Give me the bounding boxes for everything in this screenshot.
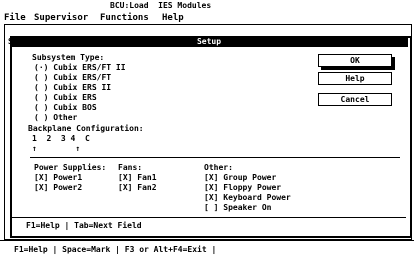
title-bar: BCU:Load IES Modules [0,0,414,10]
other-label: Other: [204,163,233,172]
radio-cubix-ers[interactable]: ( ) Cubix ERS [34,93,97,103]
checkbox-floppy-power[interactable]: [X] Floppy Power [204,183,281,193]
checkbox-mark: [X] [34,173,49,182]
backplane-configuration-label: Backplane Configuration: [28,124,144,133]
status-text: F1=Help | Space=Mark | F3 or Alt+F4=Exit… [14,245,217,254]
checkbox-label: Floppy Power [223,183,282,192]
help-button[interactable]: Help [318,72,392,85]
radio-label: Other [53,113,78,122]
radio-mark: ( ) [34,93,49,102]
checkbox-label: Fan2 [137,183,157,192]
section-divider [30,157,400,158]
radio-cubix-ers-ft[interactable]: ( ) Cubix ERS/FT [34,73,111,83]
checkbox-power2[interactable]: [X] Power2 [34,183,82,193]
checkbox-fan2[interactable]: [X] Fan2 [118,183,157,193]
checkbox-mark: [X] [204,183,219,192]
menu-file[interactable]: File [4,13,26,23]
status-bar: F1=Help | Space=Mark | F3 or Alt+F4=Exit… [0,240,414,259]
menu-functions[interactable]: Functions [100,13,149,23]
checkbox-mark: [X] [118,173,133,182]
hint-divider [12,217,406,218]
radio-label: Cubix BOS [53,103,97,112]
checkbox-label: Power2 [53,183,83,192]
dialog-title-bar: Setup [10,36,408,47]
cancel-button[interactable]: Cancel [318,93,392,106]
radio-mark: ( ) [34,103,49,112]
window-title: BCU:Load IES Modules [110,1,212,10]
checkbox-keyboard-power[interactable]: [X] Keyboard Power [204,193,291,203]
fans-label: Fans: [118,163,143,172]
radio-mark: ( ) [34,83,49,92]
radio-cubix-ers-ii[interactable]: ( ) Cubix ERS II [34,83,111,93]
checkbox-power1[interactable]: [X] Power1 [34,173,82,183]
menu-bar: File Supervisor Functions Help [0,11,414,23]
backplane-slots[interactable]: 1 2 3 4 C [32,134,90,144]
checkbox-speaker-on[interactable]: [ ] Speaker On [204,203,271,213]
menu-supervisor[interactable]: Supervisor [34,13,88,23]
radio-mark: (·) [34,63,49,72]
checkbox-mark: [ ] [204,203,219,212]
radio-label: Cubix ERS/FT [53,73,112,82]
checkbox-label: Fan1 [137,173,157,182]
radio-cubix-bos[interactable]: ( ) Cubix BOS [34,103,97,113]
radio-label: Cubix ERS [53,93,97,102]
dialog-hint: F1=Help | Tab=Next Field [26,221,142,230]
subsystem-type-label: Subsystem Type: [32,53,105,62]
checkbox-mark: [X] [34,183,49,192]
radio-other[interactable]: ( ) Other [34,113,77,123]
checkbox-label: Power1 [53,173,83,182]
checkbox-mark: [X] [118,183,133,192]
checkbox-label: Speaker On [223,203,272,212]
radio-label: Cubix ERS/FT II [53,63,126,72]
backplane-arrows: ↑ ↑ [32,144,81,153]
checkbox-label: Group Power [223,173,277,182]
checkbox-group-power[interactable]: [X] Group Power [204,173,276,183]
checkbox-fan1[interactable]: [X] Fan1 [118,173,157,183]
dialog-title: Setup [196,37,222,46]
checkbox-mark: [X] [204,173,219,182]
radio-mark: ( ) [34,113,49,122]
checkbox-label: Keyboard Power [223,193,291,202]
power-supplies-label: Power Supplies: [34,163,107,172]
ok-button[interactable]: OK [318,54,392,67]
radio-label: Cubix ERS II [53,83,112,92]
radio-cubix-ers-ft-ii[interactable]: (·) Cubix ERS/FT II [34,63,126,73]
checkbox-mark: [X] [204,193,219,202]
menu-help[interactable]: Help [162,13,184,23]
radio-mark: ( ) [34,73,49,82]
